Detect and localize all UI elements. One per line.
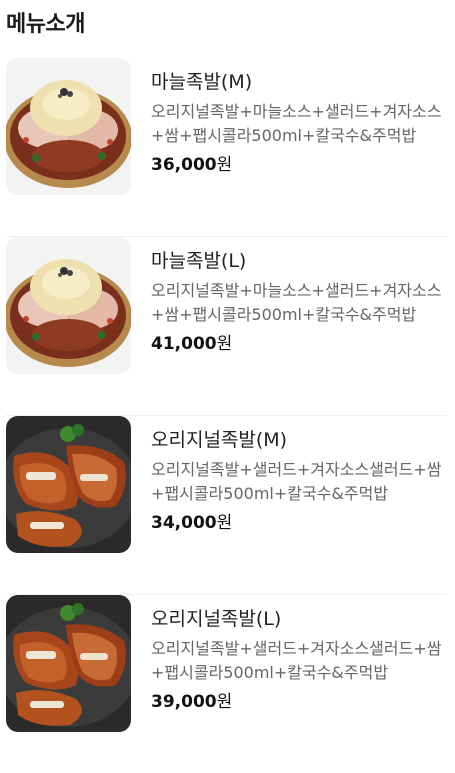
menu-item-name: 오리지널족발(L) <box>151 608 282 630</box>
garlic-jokbal-image <box>6 58 131 195</box>
menu-item-description: 오리지널족발+마늘소스+샐러드+겨자소스+쌈+팹시콜라500ml+칼국수&주먹밥 <box>151 102 442 145</box>
menu-list: 마늘족발(M) 오리지널족발+마늘소스+샐러드+겨자소스+쌈+팹시콜라500ml… <box>0 58 455 773</box>
menu-item-garlic-jokbal-l[interactable]: 마늘족발(L) 오리지널족발+마늘소스+샐러드+겨자소스+쌈+팹시콜라500ml… <box>6 237 447 416</box>
price-value: 39,000 <box>151 692 217 712</box>
price-currency: 원 <box>216 334 233 354</box>
menu-item-garlic-jokbal-m[interactable]: 마늘족발(M) 오리지널족발+마늘소스+샐러드+겨자소스+쌈+팹시콜라500ml… <box>6 58 447 237</box>
price-value: 36,000 <box>151 155 217 175</box>
menu-item-description: 오리지널족발+샐러드+겨자소스샐러드+쌈+팹시콜라500ml+칼국수&주먹밥 <box>151 639 442 682</box>
price-currency: 원 <box>216 155 233 175</box>
original-jokbal-image <box>6 595 131 732</box>
menu-item-description: 오리지널족발+샐러드+겨자소스샐러드+쌈+팹시콜라500ml+칼국수&주먹밥 <box>151 460 442 503</box>
menu-item-name: 오리지널족발(M) <box>151 429 288 451</box>
section-title: 메뉴소개 <box>6 12 85 37</box>
price-currency: 원 <box>216 513 233 533</box>
menu-item-price: 39,000원 <box>151 689 447 715</box>
menu-item-original-jokbal-l[interactable]: 오리지널족발(L) 오리지널족발+샐러드+겨자소스샐러드+쌈+팹시콜라500ml… <box>6 595 447 773</box>
original-jokbal-image <box>6 416 131 553</box>
garlic-jokbal-image <box>6 237 131 374</box>
menu-item-price: 36,000원 <box>151 152 447 178</box>
price-value: 34,000 <box>151 513 217 533</box>
price-value: 41,000 <box>151 334 217 354</box>
menu-item-price: 34,000원 <box>151 510 447 536</box>
price-currency: 원 <box>216 692 233 712</box>
menu-item-original-jokbal-m[interactable]: 오리지널족발(M) 오리지널족발+샐러드+겨자소스샐러드+쌈+팹시콜라500ml… <box>6 416 447 595</box>
menu-item-name: 마늘족발(L) <box>151 250 247 272</box>
menu-item-description: 오리지널족발+마늘소스+샐러드+겨자소스+쌈+팹시콜라500ml+칼국수&주먹밥 <box>151 281 442 324</box>
menu-item-price: 41,000원 <box>151 331 447 357</box>
menu-item-name: 마늘족발(M) <box>151 71 253 93</box>
